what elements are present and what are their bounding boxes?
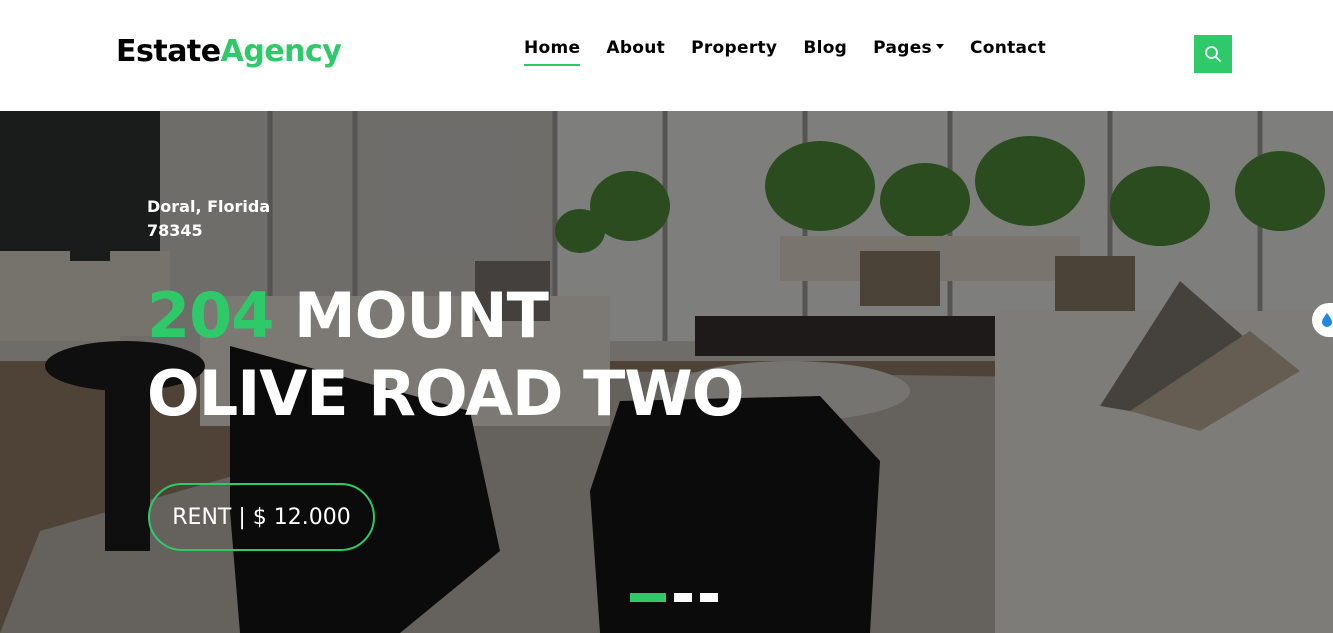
- hero-slider: Doral, Florida 78345 204 MOUNT OLIVE ROA…: [0, 111, 1333, 633]
- caret-down-icon: [935, 43, 944, 49]
- nav-item-about[interactable]: About: [606, 38, 665, 66]
- main-nav: Home About Property Blog Pages Contact: [524, 38, 1072, 66]
- search-button[interactable]: [1194, 35, 1232, 73]
- location-zip: 78345: [147, 221, 203, 240]
- slider-dot-1[interactable]: [630, 593, 666, 602]
- slider-dot-3[interactable]: [700, 593, 718, 602]
- slider-indicators: [630, 593, 718, 602]
- rent-price-button[interactable]: RENT | $ 12.000: [148, 483, 375, 551]
- brand-name-part1: Estate: [116, 34, 221, 69]
- slider-dot-2[interactable]: [674, 593, 692, 602]
- nav-item-blog[interactable]: Blog: [803, 38, 847, 66]
- property-location: Doral, Florida 78345: [147, 195, 270, 243]
- search-icon: [1205, 46, 1221, 62]
- droplet-icon: [1322, 313, 1332, 327]
- nav-item-home[interactable]: Home: [524, 38, 581, 66]
- nav-item-pages-label: Pages: [873, 38, 932, 58]
- nav-item-property[interactable]: Property: [691, 38, 777, 66]
- brand-name-part2: Agency: [220, 34, 342, 69]
- property-title: 204 MOUNT OLIVE ROAD TWO: [147, 277, 744, 433]
- property-title-number: 204: [147, 279, 274, 352]
- nav-item-contact[interactable]: Contact: [970, 38, 1046, 66]
- location-city: Doral, Florida: [147, 197, 271, 216]
- property-title-line2: OLIVE ROAD TWO: [147, 357, 744, 430]
- nav-item-pages[interactable]: Pages: [873, 38, 944, 66]
- navbar: EstateAgency Home About Property Blog Pa…: [0, 0, 1333, 111]
- brand-logo[interactable]: EstateAgency: [116, 34, 342, 69]
- property-title-line1: MOUNT: [273, 279, 549, 352]
